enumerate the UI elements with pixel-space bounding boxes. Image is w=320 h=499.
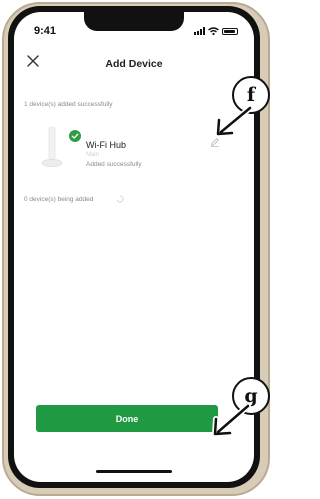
status-time: 9:41 [34, 25, 57, 37]
page-title: Add Device [105, 58, 163, 70]
edit-icon[interactable] [210, 137, 220, 147]
cellular-signal-icon [194, 27, 205, 35]
callout-g-arrow-icon [212, 403, 251, 437]
device-card: Wi-Fi Hub Main Added successfully [24, 116, 224, 182]
status-icons [194, 26, 238, 36]
check-icon [69, 130, 81, 142]
callout-f-arrow-icon [215, 105, 253, 137]
pending-section-label: 0 device(s) being added [24, 196, 94, 203]
wifi-icon [208, 27, 219, 35]
battery-icon [222, 27, 238, 35]
done-button[interactable]: Done [36, 405, 218, 432]
hub-device-image [41, 126, 63, 167]
loading-spinner-icon [116, 195, 124, 203]
device-name: Wi-Fi Hub [86, 140, 126, 150]
home-indicator [96, 470, 172, 473]
notch [84, 12, 184, 31]
device-status: Added successfully [86, 161, 142, 168]
device-room: Main [86, 152, 100, 158]
added-section-label: 1 device(s) added successfully [24, 101, 113, 108]
